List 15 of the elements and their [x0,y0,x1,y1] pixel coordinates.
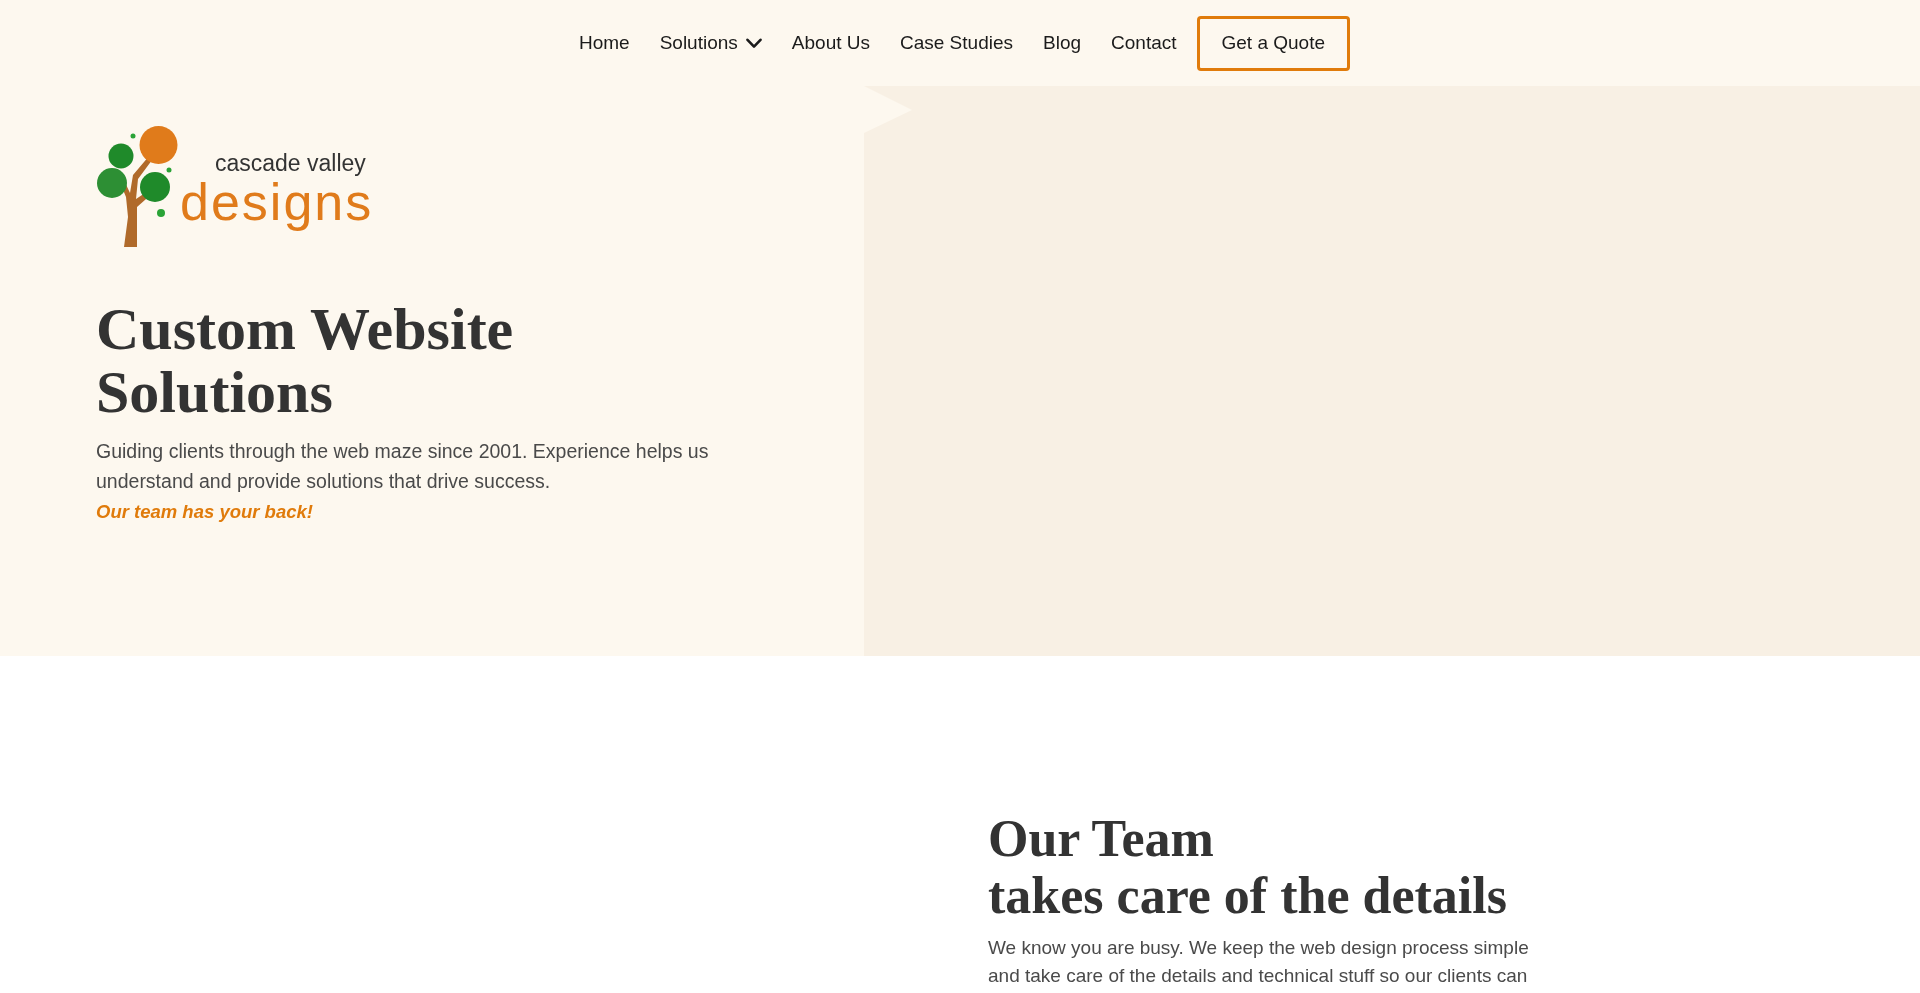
logo-text: cascade valley [215,152,366,174]
nav-link[interactable]: Home [578,32,630,54]
section-heading: Our Team takes care of the details [988,810,1507,924]
tree-icon [96,125,180,247]
hero-tagline: Our team has your back! [96,500,313,524]
nav-link[interactable]: Blog [1043,32,1082,54]
nav-link[interactable]: Solutions [659,32,762,54]
nav-link[interactable]: Case Studies [900,32,1013,54]
nav-link[interactable]: About Us [791,32,870,54]
quote-button[interactable]: Get a Quote [1196,15,1351,71]
chevron-down-icon [745,37,762,49]
nav-link[interactable]: Contact [1111,32,1177,54]
hero-description: Guiding clients through the web maze since 2001. Experience helps us understand and provide solutions that drive success. [96,439,710,494]
section-description: We know you are busy. We keep the web design process simple and take care of the details and technical stuff so our clients can [988,936,1530,988]
hero-heading: Custom Website Solutions [96,298,515,424]
